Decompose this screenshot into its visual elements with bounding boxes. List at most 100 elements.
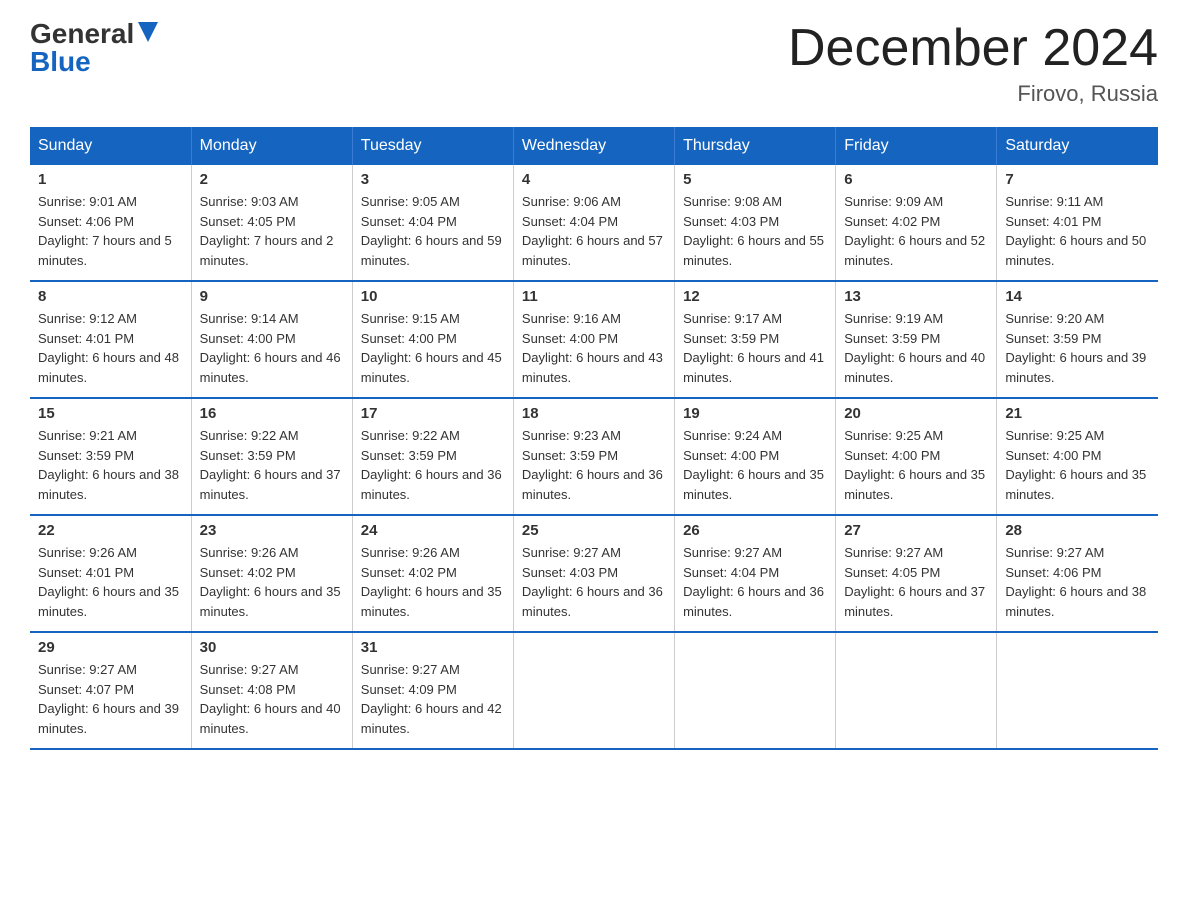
day-number: 16 xyxy=(200,405,344,422)
calendar-cell: 16 Sunrise: 9:22 AMSunset: 3:59 PMDaylig… xyxy=(191,398,352,515)
calendar-week-row: 1 Sunrise: 9:01 AMSunset: 4:06 PMDayligh… xyxy=(30,165,1158,281)
calendar-cell: 11 Sunrise: 9:16 AMSunset: 4:00 PMDaylig… xyxy=(513,281,674,398)
calendar-cell: 24 Sunrise: 9:26 AMSunset: 4:02 PMDaylig… xyxy=(352,515,513,632)
day-number: 18 xyxy=(522,405,666,422)
day-number: 6 xyxy=(844,171,988,188)
day-info: Sunrise: 9:24 AMSunset: 4:00 PMDaylight:… xyxy=(683,428,824,502)
calendar-cell: 17 Sunrise: 9:22 AMSunset: 3:59 PMDaylig… xyxy=(352,398,513,515)
day-number: 3 xyxy=(361,171,505,188)
day-info: Sunrise: 9:27 AMSunset: 4:03 PMDaylight:… xyxy=(522,545,663,619)
title-block: December 2024 Firovo, Russia xyxy=(788,20,1158,107)
logo-triangle-icon xyxy=(138,22,158,42)
day-number: 9 xyxy=(200,288,344,305)
calendar-week-row: 8 Sunrise: 9:12 AMSunset: 4:01 PMDayligh… xyxy=(30,281,1158,398)
day-number: 15 xyxy=(38,405,183,422)
calendar-cell: 29 Sunrise: 9:27 AMSunset: 4:07 PMDaylig… xyxy=(30,632,191,749)
calendar-cell xyxy=(997,632,1158,749)
day-info: Sunrise: 9:12 AMSunset: 4:01 PMDaylight:… xyxy=(38,311,179,385)
page-header: General Blue December 2024 Firovo, Russi… xyxy=(30,20,1158,107)
calendar-cell: 2 Sunrise: 9:03 AMSunset: 4:05 PMDayligh… xyxy=(191,165,352,281)
calendar-cell: 6 Sunrise: 9:09 AMSunset: 4:02 PMDayligh… xyxy=(836,165,997,281)
day-number: 4 xyxy=(522,171,666,188)
day-info: Sunrise: 9:22 AMSunset: 3:59 PMDaylight:… xyxy=(200,428,341,502)
weekday-header-thursday: Thursday xyxy=(675,127,836,165)
logo-blue: Blue xyxy=(30,48,91,76)
calendar-cell: 4 Sunrise: 9:06 AMSunset: 4:04 PMDayligh… xyxy=(513,165,674,281)
calendar-cell: 14 Sunrise: 9:20 AMSunset: 3:59 PMDaylig… xyxy=(997,281,1158,398)
calendar-cell: 9 Sunrise: 9:14 AMSunset: 4:00 PMDayligh… xyxy=(191,281,352,398)
calendar-title: December 2024 xyxy=(788,20,1158,77)
day-info: Sunrise: 9:27 AMSunset: 4:08 PMDaylight:… xyxy=(200,662,341,736)
day-number: 19 xyxy=(683,405,827,422)
calendar-cell: 8 Sunrise: 9:12 AMSunset: 4:01 PMDayligh… xyxy=(30,281,191,398)
day-number: 27 xyxy=(844,522,988,539)
day-number: 20 xyxy=(844,405,988,422)
day-info: Sunrise: 9:08 AMSunset: 4:03 PMDaylight:… xyxy=(683,194,824,268)
calendar-cell: 19 Sunrise: 9:24 AMSunset: 4:00 PMDaylig… xyxy=(675,398,836,515)
calendar-cell: 5 Sunrise: 9:08 AMSunset: 4:03 PMDayligh… xyxy=(675,165,836,281)
weekday-header-tuesday: Tuesday xyxy=(352,127,513,165)
day-info: Sunrise: 9:06 AMSunset: 4:04 PMDaylight:… xyxy=(522,194,663,268)
weekday-header-friday: Friday xyxy=(836,127,997,165)
day-info: Sunrise: 9:21 AMSunset: 3:59 PMDaylight:… xyxy=(38,428,179,502)
day-number: 21 xyxy=(1005,405,1150,422)
day-number: 30 xyxy=(200,639,344,656)
calendar-cell: 20 Sunrise: 9:25 AMSunset: 4:00 PMDaylig… xyxy=(836,398,997,515)
day-info: Sunrise: 9:22 AMSunset: 3:59 PMDaylight:… xyxy=(361,428,502,502)
calendar-cell: 31 Sunrise: 9:27 AMSunset: 4:09 PMDaylig… xyxy=(352,632,513,749)
calendar-cell: 25 Sunrise: 9:27 AMSunset: 4:03 PMDaylig… xyxy=(513,515,674,632)
day-number: 1 xyxy=(38,171,183,188)
calendar-cell: 27 Sunrise: 9:27 AMSunset: 4:05 PMDaylig… xyxy=(836,515,997,632)
day-number: 24 xyxy=(361,522,505,539)
calendar-subtitle: Firovo, Russia xyxy=(788,81,1158,107)
calendar-cell xyxy=(675,632,836,749)
calendar-cell: 1 Sunrise: 9:01 AMSunset: 4:06 PMDayligh… xyxy=(30,165,191,281)
day-info: Sunrise: 9:25 AMSunset: 4:00 PMDaylight:… xyxy=(1005,428,1146,502)
calendar-cell: 12 Sunrise: 9:17 AMSunset: 3:59 PMDaylig… xyxy=(675,281,836,398)
calendar-cell: 30 Sunrise: 9:27 AMSunset: 4:08 PMDaylig… xyxy=(191,632,352,749)
logo: General Blue xyxy=(30,20,158,76)
day-info: Sunrise: 9:27 AMSunset: 4:05 PMDaylight:… xyxy=(844,545,985,619)
day-info: Sunrise: 9:27 AMSunset: 4:04 PMDaylight:… xyxy=(683,545,824,619)
calendar-week-row: 22 Sunrise: 9:26 AMSunset: 4:01 PMDaylig… xyxy=(30,515,1158,632)
day-number: 14 xyxy=(1005,288,1150,305)
day-info: Sunrise: 9:19 AMSunset: 3:59 PMDaylight:… xyxy=(844,311,985,385)
calendar-cell: 23 Sunrise: 9:26 AMSunset: 4:02 PMDaylig… xyxy=(191,515,352,632)
day-number: 17 xyxy=(361,405,505,422)
day-info: Sunrise: 9:26 AMSunset: 4:02 PMDaylight:… xyxy=(200,545,341,619)
day-info: Sunrise: 9:14 AMSunset: 4:00 PMDaylight:… xyxy=(200,311,341,385)
calendar-cell: 28 Sunrise: 9:27 AMSunset: 4:06 PMDaylig… xyxy=(997,515,1158,632)
calendar-week-row: 15 Sunrise: 9:21 AMSunset: 3:59 PMDaylig… xyxy=(30,398,1158,515)
logo-general: General xyxy=(30,20,134,48)
day-number: 13 xyxy=(844,288,988,305)
calendar-cell xyxy=(513,632,674,749)
calendar-cell: 15 Sunrise: 9:21 AMSunset: 3:59 PMDaylig… xyxy=(30,398,191,515)
day-info: Sunrise: 9:26 AMSunset: 4:01 PMDaylight:… xyxy=(38,545,179,619)
calendar-cell: 18 Sunrise: 9:23 AMSunset: 3:59 PMDaylig… xyxy=(513,398,674,515)
day-number: 5 xyxy=(683,171,827,188)
day-info: Sunrise: 9:05 AMSunset: 4:04 PMDaylight:… xyxy=(361,194,502,268)
day-info: Sunrise: 9:03 AMSunset: 4:05 PMDaylight:… xyxy=(200,194,334,268)
day-number: 31 xyxy=(361,639,505,656)
day-number: 23 xyxy=(200,522,344,539)
day-info: Sunrise: 9:17 AMSunset: 3:59 PMDaylight:… xyxy=(683,311,824,385)
day-info: Sunrise: 9:27 AMSunset: 4:06 PMDaylight:… xyxy=(1005,545,1146,619)
day-info: Sunrise: 9:27 AMSunset: 4:09 PMDaylight:… xyxy=(361,662,502,736)
day-info: Sunrise: 9:27 AMSunset: 4:07 PMDaylight:… xyxy=(38,662,179,736)
day-info: Sunrise: 9:25 AMSunset: 4:00 PMDaylight:… xyxy=(844,428,985,502)
weekday-header-saturday: Saturday xyxy=(997,127,1158,165)
day-info: Sunrise: 9:09 AMSunset: 4:02 PMDaylight:… xyxy=(844,194,985,268)
day-number: 11 xyxy=(522,288,666,305)
calendar-cell: 3 Sunrise: 9:05 AMSunset: 4:04 PMDayligh… xyxy=(352,165,513,281)
day-number: 29 xyxy=(38,639,183,656)
calendar-cell: 22 Sunrise: 9:26 AMSunset: 4:01 PMDaylig… xyxy=(30,515,191,632)
day-info: Sunrise: 9:16 AMSunset: 4:00 PMDaylight:… xyxy=(522,311,663,385)
day-number: 26 xyxy=(683,522,827,539)
day-number: 7 xyxy=(1005,171,1150,188)
day-info: Sunrise: 9:11 AMSunset: 4:01 PMDaylight:… xyxy=(1005,194,1146,268)
calendar-cell: 21 Sunrise: 9:25 AMSunset: 4:00 PMDaylig… xyxy=(997,398,1158,515)
day-number: 2 xyxy=(200,171,344,188)
day-info: Sunrise: 9:20 AMSunset: 3:59 PMDaylight:… xyxy=(1005,311,1146,385)
calendar-cell: 13 Sunrise: 9:19 AMSunset: 3:59 PMDaylig… xyxy=(836,281,997,398)
calendar-week-row: 29 Sunrise: 9:27 AMSunset: 4:07 PMDaylig… xyxy=(30,632,1158,749)
